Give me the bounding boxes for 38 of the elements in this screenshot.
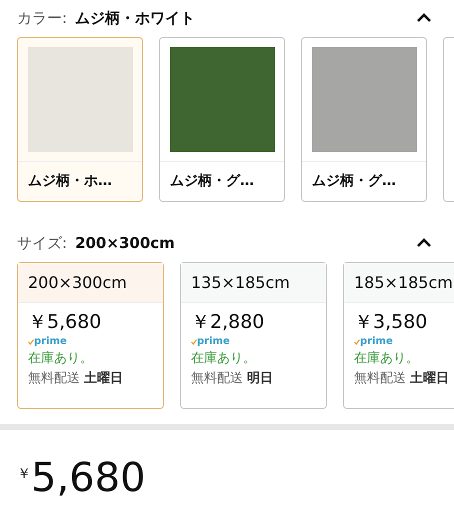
selected-color: ムジ柄・ホワイト bbox=[75, 8, 196, 29]
size-name: 135×185cm bbox=[191, 272, 290, 294]
size-option[interactable]: 135×185cm ￥2,880 prime 在庫あり。 無料配送 明日 bbox=[180, 262, 327, 409]
price: 5,680 bbox=[31, 456, 146, 500]
check-icon bbox=[354, 339, 360, 345]
size-option[interactable]: 185×185cm ￥3,580 prime 在庫あり。 無料配送 土曜日 bbox=[343, 262, 454, 409]
stock-status: 在庫あり。 bbox=[191, 350, 257, 368]
prime-logo: prime bbox=[197, 335, 230, 349]
color-name: ムジ柄・ホ… bbox=[28, 172, 112, 191]
delivery-day: 明日 bbox=[247, 369, 273, 389]
stock-status: 在庫あり。 bbox=[354, 350, 420, 368]
delivery-day: 土曜日 bbox=[410, 369, 449, 389]
shipping-label: 無料配送 bbox=[28, 370, 80, 388]
color-option[interactable]: ムジ柄・グ… bbox=[301, 37, 427, 202]
color-name: ムジ柄・グ… bbox=[170, 172, 254, 191]
color-option[interactable]: ムジ柄・グ… bbox=[159, 37, 285, 202]
stock-status: 在庫あり。 bbox=[28, 350, 94, 368]
shipping-label: 無料配送 bbox=[191, 370, 243, 388]
size-label: サイズ: bbox=[17, 232, 68, 254]
prime-logo: prime bbox=[34, 335, 67, 349]
shipping-label: 無料配送 bbox=[354, 370, 406, 388]
check-icon bbox=[28, 339, 34, 345]
color-option[interactable]: ムジ柄・ホ… bbox=[17, 37, 143, 202]
color-label: カラー: bbox=[17, 8, 68, 29]
size-name: 200×300cm bbox=[28, 272, 127, 294]
option-price: ￥5,680 bbox=[28, 310, 102, 335]
chevron-up-icon[interactable] bbox=[416, 238, 432, 248]
option-price: ￥3,580 bbox=[354, 310, 428, 335]
option-price: ￥2,880 bbox=[191, 310, 266, 335]
prime-logo: prime bbox=[360, 335, 393, 349]
selected-size: 200×300cm bbox=[75, 232, 175, 254]
chevron-up-icon[interactable] bbox=[416, 13, 432, 23]
currency-symbol: ￥ bbox=[17, 465, 31, 484]
color-name: ムジ柄・グ… bbox=[312, 172, 396, 191]
delivery-day: 土曜日 bbox=[84, 369, 123, 389]
size-name: 185×185cm bbox=[354, 272, 453, 294]
size-option[interactable]: 200×300cm ￥5,680 prime 在庫あり。 無料配送 土曜日 bbox=[17, 262, 164, 409]
check-icon bbox=[191, 339, 197, 345]
